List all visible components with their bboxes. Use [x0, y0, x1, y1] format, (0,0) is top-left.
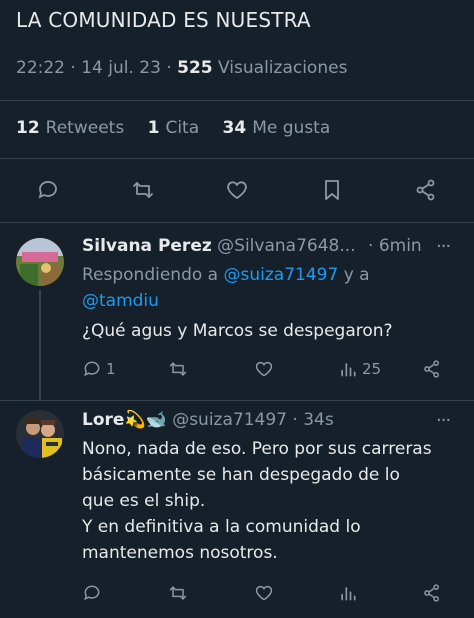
- retweets-count: 12: [16, 118, 40, 138]
- reply-time[interactable]: 34s: [303, 410, 334, 430]
- avatar-image: [16, 410, 64, 458]
- divider: [0, 400, 474, 401]
- likes-stat[interactable]: 34 Me gusta: [223, 118, 331, 138]
- share-icon: [424, 360, 439, 378]
- views-label: Visualizaciones: [218, 58, 348, 78]
- engagement-stats: 12 Retweets 1 Cita 34 Me gusta: [16, 118, 348, 138]
- quotes-label: Cita: [165, 118, 200, 138]
- reply-text-line: Y en definitiva a la comunidad lo: [82, 517, 361, 537]
- author-name[interactable]: Silvana Perez: [82, 236, 212, 256]
- share-icon: [416, 179, 435, 201]
- reply-button[interactable]: 1: [82, 354, 116, 384]
- tweet-meta: 22:22 · 14 jul. 23 · 525 Visualizaciones: [16, 58, 347, 78]
- author-handle[interactable]: @Silvana7648...: [217, 236, 355, 256]
- like-button[interactable]: [254, 578, 274, 608]
- reply-count: 1: [106, 360, 116, 378]
- reply-time[interactable]: 6min: [379, 236, 422, 256]
- meta-separator: ·: [70, 58, 76, 78]
- retweet-icon: [169, 362, 187, 376]
- divider: [0, 222, 474, 223]
- avatar-image: [16, 238, 64, 286]
- replying-prefix: Respondiendo a: [82, 265, 219, 285]
- retweets-stat[interactable]: 12 Retweets: [16, 118, 124, 138]
- divider: [0, 100, 474, 101]
- author-emoji: 💫🐋: [124, 410, 167, 430]
- tweet-text: LA COMUNIDAD ES NUESTRA: [16, 8, 311, 32]
- reply-header: Lore💫🐋 @suiza71497 · 34s: [82, 410, 334, 430]
- like-button[interactable]: [254, 354, 274, 384]
- replying-to-link[interactable]: @tamdiu: [82, 291, 159, 311]
- meta-separator: ·: [292, 410, 298, 430]
- like-button[interactable]: [219, 172, 255, 208]
- share-button[interactable]: [408, 172, 444, 208]
- avatar[interactable]: [16, 238, 64, 286]
- heart-icon: [255, 361, 273, 377]
- replying-and: y a: [343, 265, 370, 285]
- views-icon: [341, 587, 356, 601]
- retweet-button[interactable]: [168, 578, 188, 608]
- reply-actions: [0, 578, 474, 608]
- heart-icon: [255, 585, 273, 601]
- divider: [0, 158, 474, 159]
- tweet-actions: [0, 172, 474, 208]
- share-icon: [424, 584, 439, 602]
- tweet-time[interactable]: 22:22: [16, 58, 65, 78]
- replying-to: Respondiendo a @suiza71497 y a @tamdiu: [82, 262, 462, 314]
- views-button[interactable]: [338, 578, 358, 608]
- quotes-stat[interactable]: 1 Cita: [148, 118, 200, 138]
- reply-button[interactable]: [82, 578, 102, 608]
- retweet-icon: [169, 586, 187, 600]
- meta-separator: ·: [166, 58, 172, 78]
- retweet-button[interactable]: [168, 354, 188, 384]
- avatar[interactable]: [16, 410, 64, 458]
- reply-icon: [84, 585, 100, 601]
- reply-actions: 1 25: [0, 354, 474, 384]
- reply-text-line: Nono, nada de eso. Pero por sus carreras: [82, 439, 432, 459]
- likes-count: 34: [222, 118, 247, 138]
- reply-text-line: mantenemos nosotros.: [82, 543, 278, 563]
- author-name[interactable]: Lore: [82, 410, 124, 430]
- likes-label: Me gusta: [252, 118, 331, 138]
- retweets-label: Retweets: [45, 118, 125, 138]
- retweet-icon: [133, 182, 153, 198]
- more-options-button[interactable]: ···: [436, 236, 451, 257]
- views-icon: [341, 363, 356, 377]
- more-options-button[interactable]: ···: [436, 410, 451, 431]
- reply-text: ¿Qué agus y Marcos se despegaron?: [82, 321, 393, 341]
- quotes-count: 1: [147, 118, 160, 138]
- views-button[interactable]: 25: [338, 354, 381, 384]
- views-count: 25: [362, 360, 382, 378]
- retweet-button[interactable]: [125, 172, 161, 208]
- share-button[interactable]: [422, 578, 442, 608]
- bookmark-icon: [325, 180, 339, 200]
- reply-text-line: básicamente se han despegado de lo: [82, 465, 400, 485]
- reply-time-wrap: · 6min: [368, 236, 422, 256]
- replying-to-link[interactable]: @suiza71497: [224, 265, 339, 285]
- reply-text-line: que es el ship.: [82, 491, 206, 511]
- reply-icon: [84, 361, 100, 377]
- reply-text: Nono, nada de eso. Pero por sus carreras…: [82, 436, 462, 566]
- views-count: 525: [177, 58, 213, 78]
- tweet-date[interactable]: 14 jul. 23: [81, 58, 161, 78]
- reply-icon: [38, 181, 57, 199]
- reply-header: Silvana Perez @Silvana7648...: [82, 236, 356, 256]
- share-button[interactable]: [422, 354, 442, 384]
- heart-icon: [227, 181, 247, 199]
- bookmark-button[interactable]: [314, 172, 350, 208]
- author-handle[interactable]: @suiza71497: [172, 410, 287, 430]
- reply-button[interactable]: [30, 172, 66, 208]
- meta-separator: ·: [368, 236, 374, 256]
